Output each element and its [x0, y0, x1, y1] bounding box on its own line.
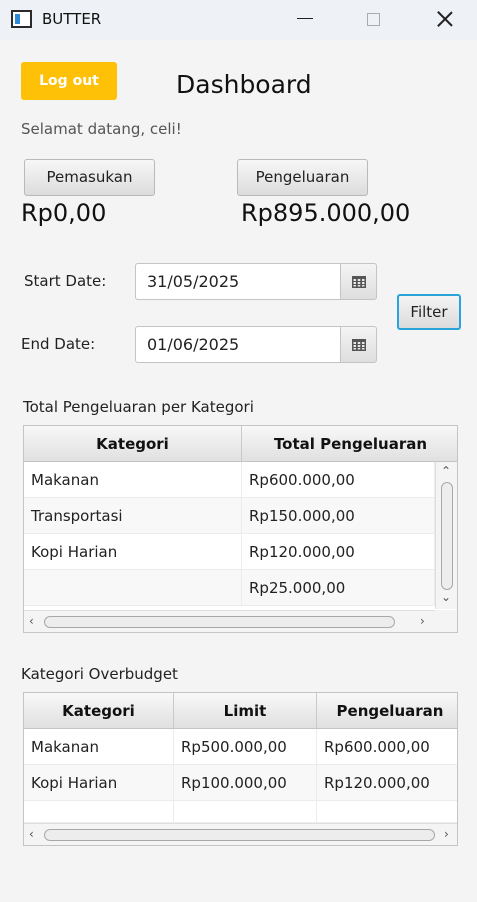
- vertical-scrollbar[interactable]: ⌃ ⌄: [435, 462, 457, 609]
- table-header: Kategori Limit Pengeluaran: [24, 693, 457, 729]
- pengeluaran-button[interactable]: Pengeluaran: [237, 159, 368, 196]
- column-header-pengeluaran[interactable]: Pengeluaran: [317, 693, 457, 729]
- scrollbar-thumb[interactable]: [44, 829, 435, 841]
- scroll-right-icon[interactable]: ›: [420, 614, 425, 628]
- calendar-icon: [352, 339, 366, 351]
- cell-pengeluaran: Rp600.000,00: [324, 738, 430, 756]
- column-header-kategori[interactable]: Kategori: [24, 693, 174, 729]
- cell-total: Rp120.000,00: [242, 534, 435, 570]
- scrollbar-thumb[interactable]: [44, 616, 395, 628]
- scroll-right-icon[interactable]: ›: [444, 827, 449, 841]
- scroll-left-icon[interactable]: ‹: [29, 827, 34, 841]
- cell-limit: [174, 801, 317, 823]
- cell-pengeluaran: Rp120.000,00: [324, 774, 430, 792]
- end-date-picker-button[interactable]: [340, 326, 377, 363]
- cell-total: Rp25.000,00: [242, 570, 435, 606]
- cell-kategori: Transportasi: [24, 498, 242, 534]
- app-window-icon: [11, 10, 32, 28]
- start-date-field[interactable]: 31/05/2025: [135, 263, 341, 300]
- start-date-picker-button[interactable]: [340, 263, 377, 300]
- welcome-text: Selamat datang, celi!: [21, 120, 182, 138]
- kategori-table[interactable]: Kategori Total Pengeluaran Makanan Rp600…: [23, 425, 458, 633]
- cell-kategori: Kopi Harian: [24, 765, 174, 801]
- cell-limit: Rp500.000,00: [174, 729, 317, 765]
- window-titlebar[interactable]: BUTTER: [0, 0, 477, 40]
- cell-kategori: [24, 570, 242, 606]
- logout-button[interactable]: Log out: [21, 62, 117, 100]
- column-header-kategori[interactable]: Kategori: [24, 426, 242, 462]
- pemasukan-button[interactable]: Pemasukan: [24, 159, 155, 196]
- horizontal-scrollbar[interactable]: ‹ ›: [24, 610, 457, 632]
- horizontal-scrollbar[interactable]: ‹ ›: [24, 823, 457, 845]
- start-date-label: Start Date:: [24, 272, 107, 290]
- scroll-down-icon[interactable]: ⌄: [441, 590, 451, 604]
- kategori-table-title: Total Pengeluaran per Kategori: [23, 398, 254, 416]
- table-row[interactable]: Kopi Harian Rp100.000,00 Rp120.000,00: [24, 765, 457, 801]
- table-row[interactable]: Makanan Rp500.000,00 Rp600.000,00: [24, 729, 457, 765]
- cell-kategori: Kopi Harian: [24, 534, 242, 570]
- pengeluaran-amount: Rp895.000,00: [241, 199, 411, 227]
- overbudget-table[interactable]: Kategori Limit Pengeluaran Makanan Rp500…: [23, 692, 458, 846]
- scroll-left-icon[interactable]: ‹: [29, 614, 34, 628]
- table-row[interactable]: Kopi Harian Rp120.000,00: [24, 534, 457, 570]
- filter-button[interactable]: Filter: [397, 294, 461, 330]
- minimize-icon[interactable]: [288, 6, 322, 32]
- page-title: Dashboard: [176, 70, 312, 99]
- cell-limit: Rp100.000,00: [174, 765, 317, 801]
- end-date-field[interactable]: 01/06/2025: [135, 326, 341, 363]
- scrollbar-corner: [435, 610, 457, 632]
- window-title: BUTTER: [42, 10, 102, 28]
- cell-kategori: [24, 801, 174, 823]
- column-header-limit[interactable]: Limit: [174, 693, 317, 729]
- overbudget-table-title: Kategori Overbudget: [21, 665, 178, 683]
- cell-total: Rp600.000,00: [242, 462, 435, 498]
- cell-kategori: Makanan: [24, 729, 174, 765]
- pemasukan-amount: Rp0,00: [21, 199, 107, 227]
- table-row[interactable]: [24, 801, 457, 823]
- cell-total: Rp150.000,00: [242, 498, 435, 534]
- scroll-up-icon[interactable]: ⌃: [441, 464, 451, 478]
- calendar-icon: [352, 276, 366, 288]
- end-date-label: End Date:: [21, 335, 96, 353]
- table-row[interactable]: Rp25.000,00: [24, 570, 457, 606]
- scrollbar-thumb[interactable]: [441, 482, 453, 590]
- table-header: Kategori Total Pengeluaran: [24, 426, 457, 462]
- cell-kategori: Makanan: [24, 462, 242, 498]
- table-row[interactable]: Transportasi Rp150.000,00: [24, 498, 457, 534]
- maximize-icon[interactable]: [357, 6, 391, 32]
- close-icon[interactable]: [428, 6, 462, 32]
- column-header-total-pengeluaran[interactable]: Total Pengeluaran: [242, 426, 457, 462]
- table-row[interactable]: Makanan Rp600.000,00: [24, 462, 457, 498]
